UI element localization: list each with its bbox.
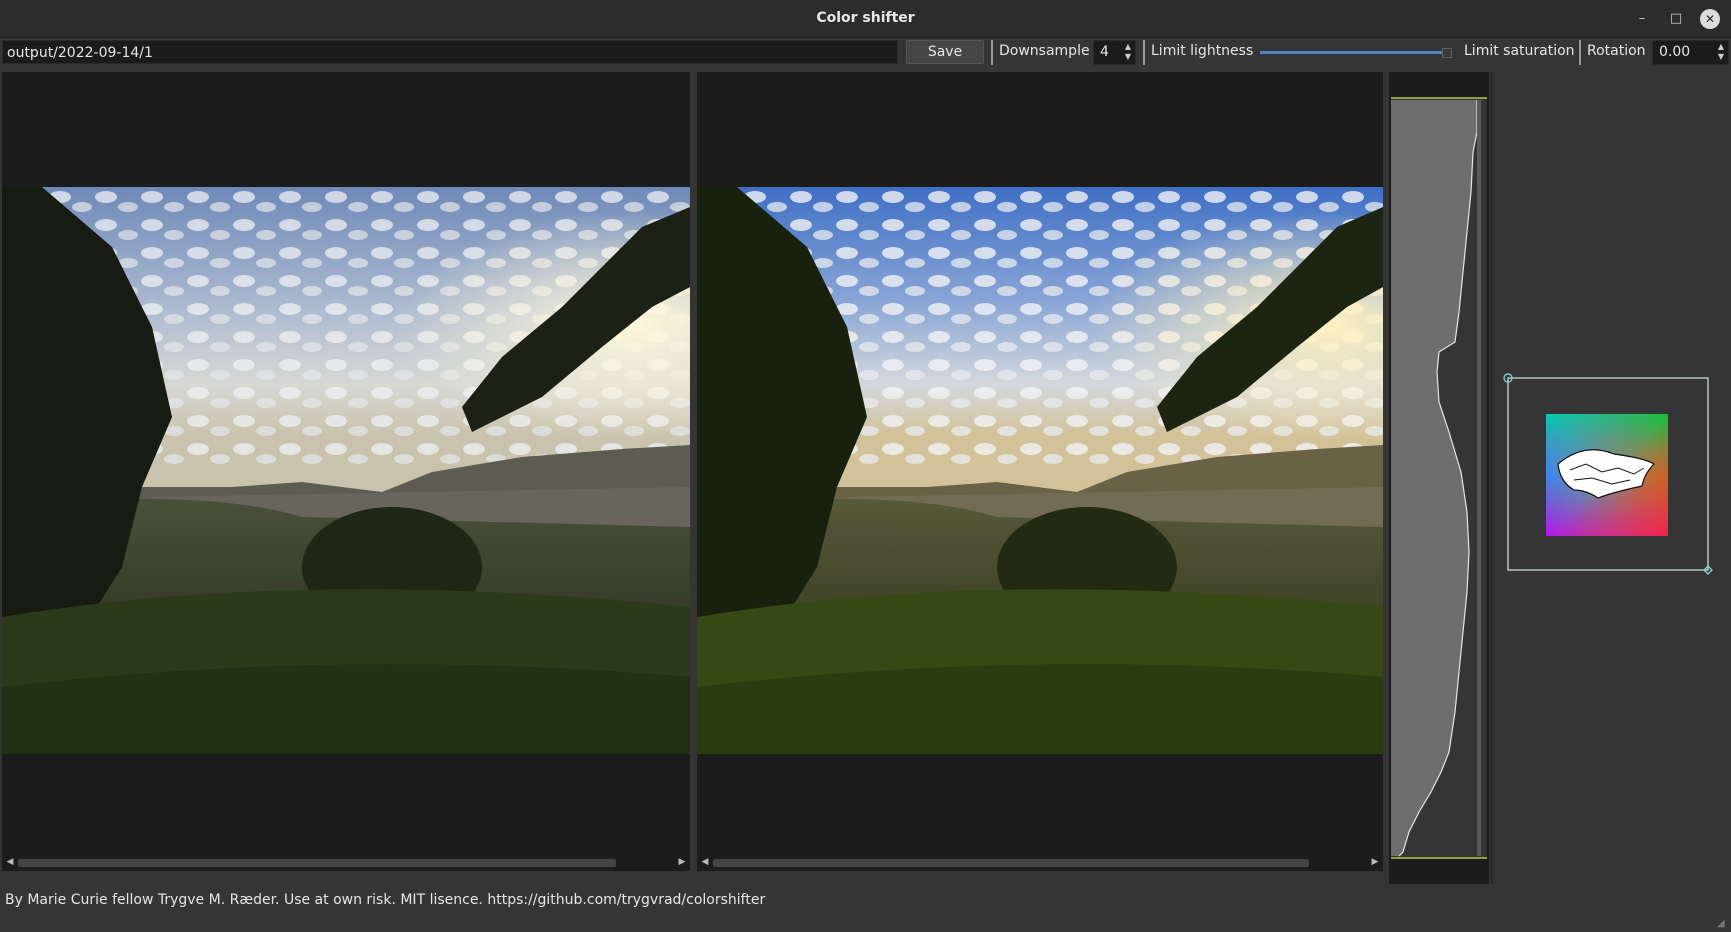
rotation-stepper[interactable]: ▲ ▼ [1715,42,1727,63]
original-photo [2,187,690,754]
rotation-spinbox[interactable]: 0.00 ▲ ▼ [1652,40,1729,65]
spin-up-icon[interactable]: ▲ [1715,42,1727,52]
spin-up-icon[interactable]: ▲ [1122,42,1134,52]
downsample-stepper[interactable]: ▲ ▼ [1122,42,1134,63]
spin-down-icon[interactable]: ▼ [1715,52,1727,62]
panel-splitter[interactable] [1490,72,1493,884]
downsample-spinbox[interactable]: 4 ▲ ▼ [1093,40,1136,65]
credits-text: By Marie Curie fellow Trygve M. Ræder. U… [5,892,766,908]
scrollbar-thumb[interactable] [713,859,1309,867]
original-image-panel: ◀ ▶ [2,72,690,871]
color-gamut-panel [1494,72,1731,884]
lightness-histogram-panel [1389,72,1489,884]
downsample-value: 4 [1100,44,1109,60]
color-gamut-plot[interactable] [1494,72,1731,884]
scrollbar-thumb[interactable] [18,859,616,867]
spin-down-icon[interactable]: ▼ [1122,52,1134,62]
toolbar: output/2022-09-14/1 Save Downsample 4 ▲ … [0,38,1731,68]
downsample-label: Downsample [999,43,1090,59]
limit-lightness-label: Limit lightness [1151,43,1254,59]
slider-track [1260,51,1445,54]
save-button[interactable]: Save [906,40,984,64]
scroll-right-icon[interactable]: ▶ [676,855,688,869]
rotation-value: 0.00 [1659,44,1691,60]
landscape-photo-original [2,187,690,754]
lightness-histogram[interactable] [1389,72,1489,884]
shifted-photo [697,187,1383,754]
lightness-slider[interactable] [1260,48,1452,58]
scroll-left-icon[interactable]: ◀ [4,855,16,869]
output-path-input[interactable]: output/2022-09-14/1 [2,40,898,64]
shifted-image-panel: ◀ ▶ [697,72,1383,871]
horizontal-scrollbar[interactable]: ◀ ▶ [2,855,690,869]
toolbar-divider [991,40,993,65]
status-bar: By Marie Curie fellow Trygve M. Ræder. U… [0,886,1731,932]
app-window: Color shifter – □ ✕ output/2022-09-14/1 … [0,0,1731,932]
resize-grip-icon[interactable]: ◢ [1717,918,1729,930]
landscape-photo-shifted [697,187,1383,754]
maximize-button[interactable]: □ [1666,9,1686,29]
limit-saturation-label: Limit saturation [1464,43,1575,59]
rotation-label: Rotation [1587,43,1646,59]
close-button[interactable]: ✕ [1700,9,1720,29]
scroll-right-icon[interactable]: ▶ [1369,855,1381,869]
toolbar-divider [1579,40,1581,65]
title-bar: Color shifter – □ ✕ [0,0,1731,38]
toolbar-divider [1143,40,1145,65]
scroll-left-icon[interactable]: ◀ [699,855,711,869]
panel-splitter[interactable] [691,72,696,871]
minimize-button[interactable]: – [1632,9,1652,29]
horizontal-scrollbar[interactable]: ◀ ▶ [697,855,1383,869]
window-title: Color shifter [816,10,915,26]
slider-handle[interactable] [1442,48,1452,58]
